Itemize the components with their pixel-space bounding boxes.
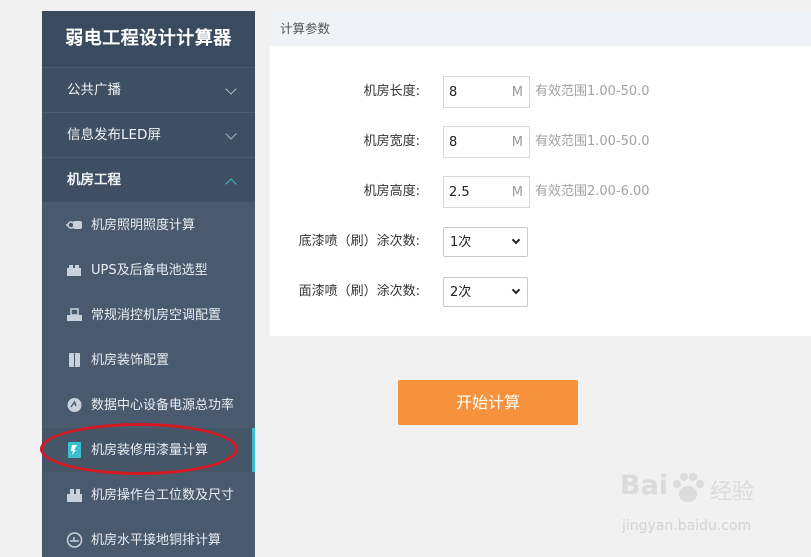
ups-battery-icon bbox=[67, 265, 81, 276]
power-gauge-icon bbox=[67, 398, 82, 412]
field-row-length: 机房长度: bbox=[270, 76, 420, 108]
range-hint: 有效范围1.00-50.0 bbox=[535, 84, 650, 99]
sidebar-item-air-conditioning[interactable]: 常规消控机房空调配置 bbox=[42, 292, 255, 337]
console-desk-icon bbox=[67, 489, 82, 502]
watermark-brand: Bai bbox=[620, 470, 669, 501]
sidebar-item-label: UPS及后备电池选型 bbox=[91, 263, 208, 278]
input-value: 2.5 bbox=[449, 185, 470, 200]
app-title: 弱电工程设计计算器 bbox=[42, 11, 255, 67]
range-hint: 有效范围1.00-50.0 bbox=[535, 134, 650, 149]
air-conditioner-icon bbox=[67, 308, 82, 321]
chevron-down-icon bbox=[225, 83, 237, 95]
select-value: 2次 bbox=[450, 285, 472, 300]
sidebar: 弱电工程设计计算器 公共广播 信息发布LED屏 机房工程 机房照明照度计算 UP… bbox=[42, 11, 255, 557]
select-value: 1次 bbox=[450, 235, 472, 250]
chevron-up-icon bbox=[225, 178, 237, 190]
baidu-jingyan-watermark: Bai 经验 jingyan.baidu.com bbox=[620, 470, 800, 545]
watermark-url: jingyan.baidu.com bbox=[622, 518, 752, 534]
decoration-icon bbox=[69, 353, 80, 367]
width-input[interactable]: 8 M bbox=[443, 126, 530, 158]
field-label: 机房高度: bbox=[363, 184, 420, 199]
sidebar-item-label: 机房操作台工位数及尺寸 bbox=[91, 488, 235, 503]
sidebar-item-label: 常规消控机房空调配置 bbox=[91, 308, 222, 323]
nav-group-label: 信息发布LED屏 bbox=[67, 127, 161, 143]
nav-group-machine-room[interactable]: 机房工程 bbox=[42, 157, 255, 202]
field-row-primer: 底漆喷（刷）涂次数: bbox=[270, 226, 420, 258]
chevron-down-icon bbox=[225, 128, 237, 140]
field-label: 面漆喷（刷）涂次数: bbox=[298, 284, 420, 299]
sidebar-item-lighting[interactable]: 机房照明照度计算 bbox=[42, 202, 255, 247]
unit-label: M bbox=[511, 185, 523, 200]
range-hint: 有效范围2.00-6.00 bbox=[535, 184, 650, 199]
panel-header: 计算参数 bbox=[270, 11, 811, 46]
nav-group-label: 公共广播 bbox=[67, 82, 121, 98]
height-input[interactable]: 2.5 M bbox=[443, 176, 530, 208]
lighting-icon bbox=[66, 221, 82, 229]
topcoat-coats-select[interactable]: 2次 bbox=[443, 277, 528, 307]
input-value: 8 bbox=[449, 135, 458, 150]
paw-logo-icon bbox=[673, 473, 704, 502]
nav-group-led-screen[interactable]: 信息发布LED屏 bbox=[42, 112, 255, 157]
sidebar-item-label: 机房水平接地铜排计算 bbox=[91, 533, 222, 548]
sidebar-item-decoration[interactable]: 机房装饰配置 bbox=[42, 337, 255, 382]
watermark-brand-suffix: 经验 bbox=[710, 480, 755, 505]
sidebar-item-power[interactable]: 数据中心设备电源总功率 bbox=[42, 382, 255, 427]
params-panel: 计算参数 机房长度: 8 M 有效范围1.00-50.0 机房宽度: 8 M 有… bbox=[270, 11, 811, 336]
start-calculate-button[interactable]: 开始计算 bbox=[398, 380, 578, 425]
sidebar-item-label: 机房照明照度计算 bbox=[91, 218, 196, 233]
highlight-annotation-ellipse bbox=[40, 423, 238, 475]
field-row-height: 机房高度: bbox=[270, 176, 420, 208]
primer-coats-select[interactable]: 1次 bbox=[443, 227, 528, 257]
sidebar-item-label: 数据中心设备电源总功率 bbox=[91, 398, 235, 413]
unit-label: M bbox=[511, 85, 523, 100]
field-row-width: 机房宽度: bbox=[270, 126, 420, 158]
grounding-icon bbox=[66, 532, 83, 548]
field-label: 底漆喷（刷）涂次数: bbox=[298, 234, 420, 249]
sidebar-item-grounding[interactable]: 机房水平接地铜排计算 bbox=[42, 517, 255, 557]
chevron-down-icon bbox=[511, 285, 521, 295]
length-input[interactable]: 8 M bbox=[443, 76, 530, 108]
nav-group-label: 机房工程 bbox=[67, 172, 121, 188]
sidebar-item-label: 机房装饰配置 bbox=[91, 353, 170, 368]
field-label: 机房宽度: bbox=[363, 134, 420, 149]
unit-label: M bbox=[511, 135, 523, 150]
field-label: 机房长度: bbox=[363, 84, 420, 99]
nav-group-public-broadcast[interactable]: 公共广播 bbox=[42, 67, 255, 112]
sidebar-item-ups[interactable]: UPS及后备电池选型 bbox=[42, 247, 255, 292]
input-value: 8 bbox=[449, 85, 458, 100]
chevron-down-icon bbox=[511, 235, 521, 245]
field-row-topcoat: 面漆喷（刷）涂次数: bbox=[270, 276, 420, 308]
sidebar-item-console[interactable]: 机房操作台工位数及尺寸 bbox=[42, 472, 255, 517]
